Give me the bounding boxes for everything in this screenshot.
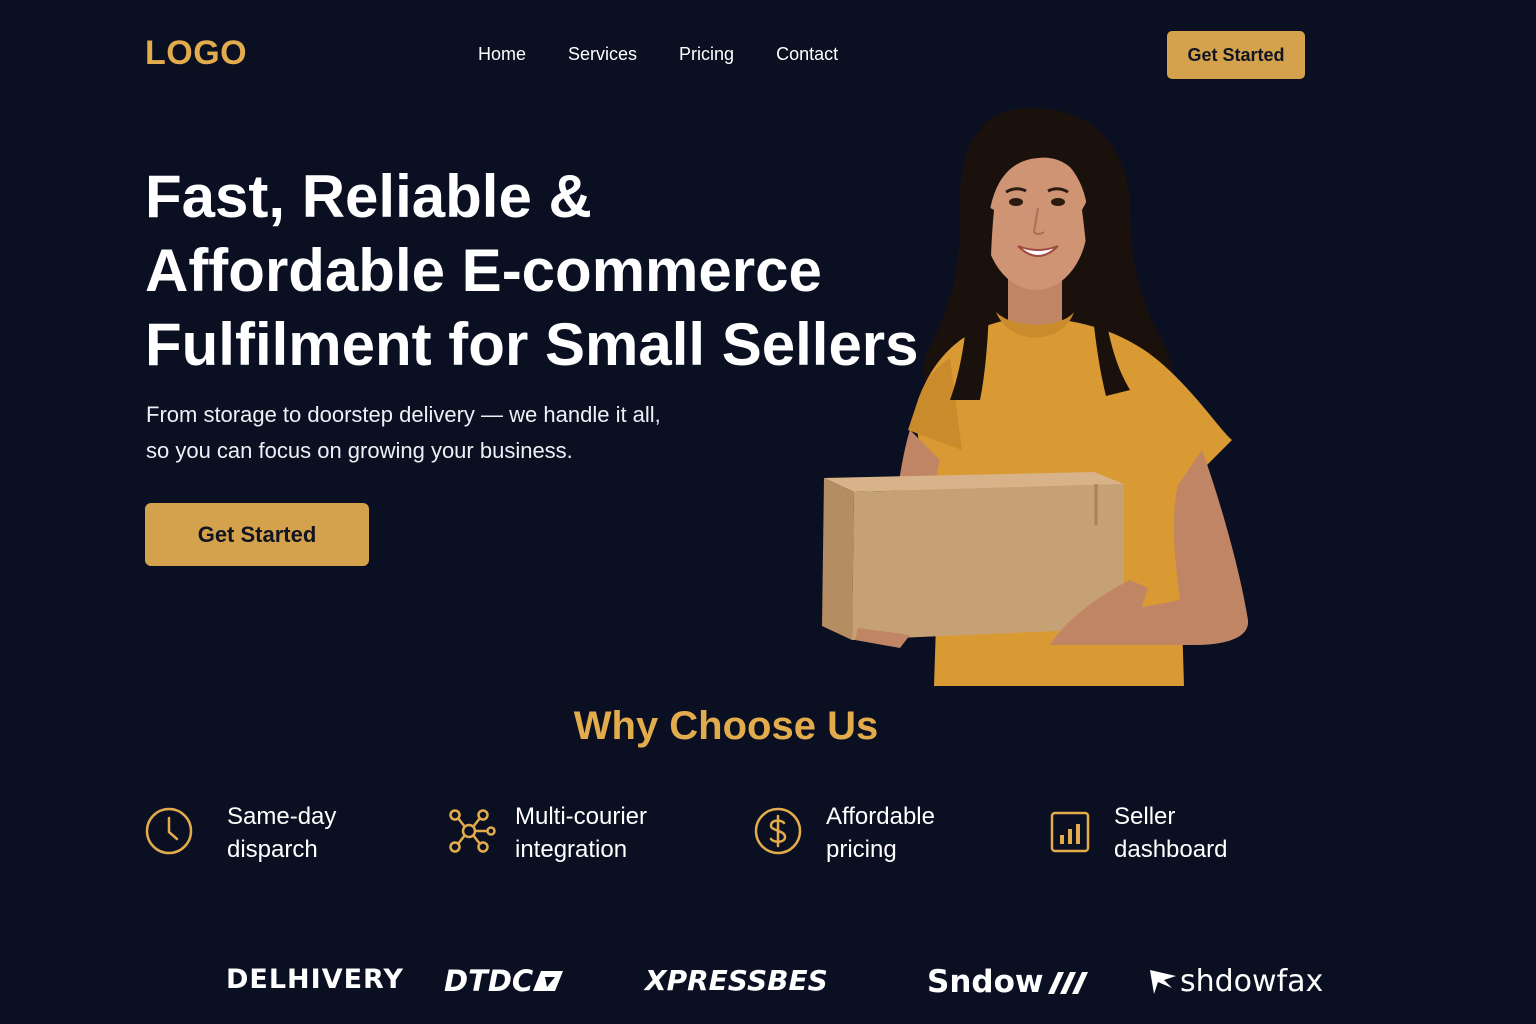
partner-name: DTDC: [444, 964, 534, 998]
logo[interactable]: LOGO: [145, 34, 247, 73]
hero-subtitle-line: From storage to doorstep delivery — we h…: [146, 402, 661, 427]
hero-title-line: Affordable E-commerce: [145, 237, 822, 304]
feature-label: Same-day disparch: [227, 800, 336, 866]
hero-title-line: Fulfilment for Small Sellers: [145, 311, 919, 378]
hero-photo-woman-with-box: [822, 108, 1249, 686]
feature-line: Affordable: [826, 803, 935, 830]
partner-logo-sndow: Sndow: [927, 964, 1088, 1000]
bar-chart-icon: [1050, 811, 1090, 853]
main-nav: Home Services Pricing Contact: [478, 44, 838, 65]
feature-line: integration: [515, 836, 628, 863]
hero-subtitle-line: so you can focus on growing your busines…: [146, 438, 573, 463]
feature-label: Multi-courier integration: [515, 800, 647, 866]
feature-line: Multi-courier: [515, 803, 648, 830]
hero-get-started-button[interactable]: Get Started: [145, 503, 369, 566]
network-icon: [449, 809, 496, 853]
feature-multi-courier: Multi-courier integration: [445, 800, 647, 866]
landing-page: LOGO Home Services Pricing Contact Get S…: [0, 0, 1536, 1024]
shdowfax-mark-icon: [1150, 969, 1176, 994]
hero-title-line: Fast, Reliable &: [145, 163, 592, 230]
nav-home[interactable]: Home: [478, 44, 526, 65]
partner-name: shdowfax: [1180, 964, 1324, 999]
partner-name: Sndow: [927, 964, 1044, 1000]
feature-line: Seller: [1114, 803, 1176, 830]
nav-pricing[interactable]: Pricing: [679, 44, 734, 65]
feature-label: Seller dashboard: [1114, 800, 1227, 866]
clock-icon: [145, 807, 193, 855]
partner-logo-xpressbes: XPRESSBES: [645, 964, 828, 997]
feature-line: Same-day: [227, 803, 337, 830]
header-get-started-button[interactable]: Get Started: [1167, 31, 1305, 79]
partner-logo-dtdc: DTDC: [444, 964, 564, 998]
why-choose-us-title: Why Choose Us: [573, 704, 879, 748]
feature-label: Affordable pricing: [826, 800, 935, 866]
feature-line: pricing: [826, 836, 897, 863]
feature-same-day: Same-day disparch: [145, 800, 336, 866]
feature-line: disparch: [227, 836, 318, 863]
sndow-slash-icon: [1047, 972, 1088, 994]
nav-services[interactable]: Services: [568, 44, 637, 65]
feature-line: dashboard: [1114, 836, 1228, 863]
feature-seller-dashboard: Seller dashboard: [1046, 800, 1227, 866]
partner-logo-shdowfax: shdowfax: [1148, 964, 1323, 999]
hero-subtitle: From storage to doorstep delivery — we h…: [146, 397, 706, 469]
hero-title: Fast, Reliable & Affordable E-commerce F…: [145, 160, 919, 382]
dollar-icon: [754, 807, 802, 855]
partner-logo-delhivery: DELHIVERY: [226, 964, 404, 995]
dtdc-mark-icon: [533, 971, 564, 991]
nav-contact[interactable]: Contact: [776, 44, 838, 65]
courier-partners: DELHIVERY DTDC XPRESSBES Sndow shdowfax: [0, 958, 1536, 1008]
feature-affordable-pricing: Affordable pricing: [752, 800, 935, 866]
